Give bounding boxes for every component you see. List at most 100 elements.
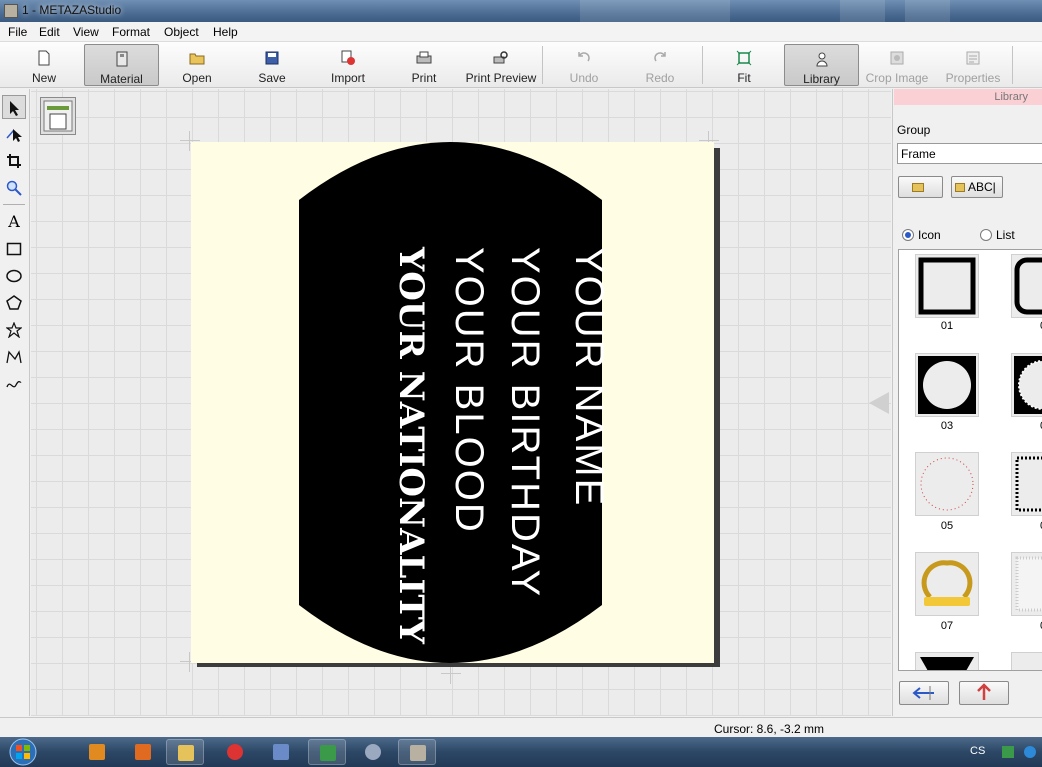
frame-item-01[interactable]: [915, 254, 979, 318]
frame-label: 01: [940, 320, 954, 332]
tag-text-line-3[interactable]: YOUR BLOOD: [441, 247, 501, 627]
radio-selected-icon: [902, 229, 914, 241]
undo-button[interactable]: Undo: [552, 44, 616, 86]
tray-network-icon[interactable]: [1002, 746, 1014, 758]
star-tool[interactable]: [2, 318, 26, 342]
frame-item-07[interactable]: [915, 552, 979, 616]
tag-text-nationality: YOUR NATIONALITY: [391, 247, 431, 644]
language-indicator[interactable]: CS: [970, 745, 985, 757]
tool-separator: [3, 204, 25, 205]
design-canvas[interactable]: YOUR NAME YOUR BIRTHDAY YOUR BLOOD YOUR …: [31, 89, 891, 716]
new-button[interactable]: New: [12, 44, 76, 86]
windows-orb-icon: [9, 738, 37, 766]
polyline-tool[interactable]: [2, 345, 26, 369]
import-button[interactable]: Import: [316, 44, 380, 86]
status-bar: Cursor: 8.6, -3.2 mm: [0, 717, 1042, 737]
ellipse-tool[interactable]: [2, 264, 26, 288]
text-tool[interactable]: A: [2, 210, 26, 234]
frame-item-04[interactable]: [1011, 353, 1042, 417]
material-button[interactable]: Material: [84, 44, 159, 86]
tool-palette: A: [0, 89, 30, 716]
tag-text-line-4[interactable]: YOUR NATIONALITY: [383, 247, 443, 644]
curve-tool[interactable]: [2, 372, 26, 396]
crop-image-label: Crop Image: [865, 71, 929, 85]
add-folder-button[interactable]: [898, 176, 943, 198]
save-button[interactable]: Save: [240, 44, 304, 86]
ellipse-icon: [6, 269, 22, 283]
redo-button[interactable]: Redo: [628, 44, 692, 86]
frame-item-08[interactable]: [1011, 552, 1042, 616]
tag-text-line-2[interactable]: YOUR BIRTHDAY: [497, 247, 557, 627]
curve-icon: [6, 380, 22, 388]
frame-item-09[interactable]: [915, 652, 979, 670]
arrow-pointer-icon: [10, 101, 19, 116]
star-icon: [6, 322, 22, 338]
properties-button[interactable]: Properties: [938, 44, 1008, 86]
menu-help[interactable]: Help: [213, 25, 238, 39]
tag-text-birthday: YOUR BIRTHDAY: [503, 247, 547, 599]
print-preview-button[interactable]: Print Preview: [464, 44, 538, 86]
frame-item-03[interactable]: [915, 353, 979, 417]
start-button[interactable]: [4, 737, 42, 767]
library-import-button[interactable]: [899, 681, 949, 705]
taskbar-remote-desktop[interactable]: [308, 739, 346, 765]
title-bar-decoration: [840, 0, 885, 22]
up-arrow-icon: [977, 683, 991, 700]
select-tool[interactable]: [2, 95, 26, 119]
rectangle-tool[interactable]: [2, 237, 26, 261]
frame-item-05[interactable]: [915, 452, 979, 516]
print-button[interactable]: Print: [392, 44, 456, 86]
open-button[interactable]: Open: [166, 44, 228, 86]
frame-gallery: 01 0 03 0 05 0 07 0: [898, 249, 1042, 671]
dotted-square-frame-icon: [1015, 456, 1042, 512]
menu-object[interactable]: Object: [164, 25, 199, 39]
print-label: Print: [411, 71, 437, 85]
fit-icon: [736, 50, 752, 66]
library-button[interactable]: Library: [784, 44, 859, 86]
taskbar-metazastudio[interactable]: [398, 739, 436, 765]
library-panel-header: Library: [894, 89, 1042, 105]
properties-icon: [966, 51, 980, 65]
text-tool-glyph: A: [8, 212, 20, 231]
tag-text-line-1[interactable]: YOUR NAME: [561, 247, 621, 627]
crop-tool[interactable]: [2, 149, 26, 173]
tray-app-icon[interactable]: [1024, 746, 1036, 758]
title-bar-decoration: [905, 0, 950, 22]
toolbar-separator: [1012, 46, 1013, 84]
media-player-icon: [89, 744, 105, 760]
frame-label: 03: [940, 420, 954, 432]
menu-edit[interactable]: Edit: [39, 25, 60, 39]
menu-file[interactable]: File: [8, 25, 27, 39]
taskbar-app[interactable]: [262, 739, 300, 765]
taskbar-outlook[interactable]: [124, 739, 162, 765]
material-thumbnail[interactable]: [40, 97, 76, 135]
fit-button[interactable]: Fit: [712, 44, 776, 86]
taskbar: CS: [0, 737, 1042, 767]
menu-view[interactable]: View: [73, 25, 99, 39]
node-edit-tool[interactable]: [2, 122, 26, 146]
frame-item-02[interactable]: [1011, 254, 1042, 318]
frame-label: 0: [1011, 320, 1042, 332]
frame-item-10[interactable]: [1011, 652, 1042, 670]
library-up-button[interactable]: [959, 681, 1009, 705]
taskbar-explorer[interactable]: [166, 739, 204, 765]
print-preview-label: Print Preview: [465, 71, 537, 85]
polyline-icon: [6, 350, 22, 364]
frame-item-06[interactable]: [1011, 452, 1042, 516]
new-document-icon: [38, 50, 50, 66]
rounded-square-frame-icon: [1014, 257, 1042, 315]
pentagon-icon: [6, 295, 22, 310]
add-text-button[interactable]: ABC|: [951, 176, 1003, 198]
crop-image-button[interactable]: Crop Image: [864, 44, 930, 86]
menu-format[interactable]: Format: [112, 25, 150, 39]
taskbar-media-player[interactable]: [78, 739, 116, 765]
view-icon-label: Icon: [918, 228, 941, 242]
taskbar-chrome[interactable]: [216, 739, 254, 765]
dotted-circle-frame-icon: [920, 457, 974, 511]
zoom-tool[interactable]: [2, 176, 26, 200]
taskbar-tool[interactable]: [354, 739, 392, 765]
material-sheet[interactable]: YOUR NAME YOUR BIRTHDAY YOUR BLOOD YOUR …: [191, 142, 714, 663]
group-dropdown[interactable]: Frame: [897, 143, 1042, 164]
scroll-right-arrow[interactable]: [869, 392, 889, 414]
polygon-tool[interactable]: [2, 291, 26, 315]
